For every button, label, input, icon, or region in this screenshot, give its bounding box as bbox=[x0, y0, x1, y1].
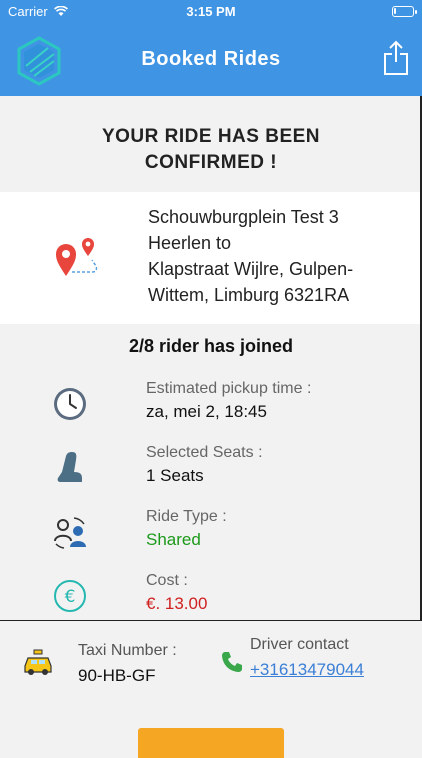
route-line: Wittem, Limburg 6321RA bbox=[148, 285, 350, 305]
driver-phone-link[interactable]: +31613479044 bbox=[250, 660, 364, 680]
page-title: Booked Rides bbox=[141, 48, 281, 70]
taxi-number-value: 90-HB-GF bbox=[78, 666, 156, 685]
section-divider bbox=[0, 620, 422, 621]
bottom-action-button[interactable] bbox=[138, 728, 284, 758]
ride-type-row: Ride Type : Shared bbox=[0, 506, 422, 566]
route-line: Klapstraat Wijlre, Gulpen- bbox=[148, 259, 354, 279]
status-bar: Carrier 3:15 PM bbox=[0, 0, 422, 24]
nav-bar: Booked Rides bbox=[0, 24, 422, 96]
euro-icon: € bbox=[54, 580, 86, 612]
confirmation-line2: CONFIRMED ! bbox=[144, 152, 278, 173]
pickup-time-label: Estimated pickup time : bbox=[146, 380, 312, 397]
cost-label: Cost : bbox=[146, 572, 188, 589]
phone-icon[interactable] bbox=[220, 650, 244, 674]
driver-contact-label: Driver contact bbox=[250, 636, 349, 653]
share-icon[interactable] bbox=[382, 40, 410, 76]
svg-text:€: € bbox=[65, 587, 76, 607]
pickup-time-row: Estimated pickup time : za, mei 2, 18:45 bbox=[0, 378, 422, 438]
riders-joined: 2/8 rider has joined bbox=[128, 336, 294, 356]
ride-type-value: Shared bbox=[146, 530, 201, 549]
seats-row: Selected Seats : 1 Seats bbox=[0, 442, 422, 502]
cost-value: €. 13.00 bbox=[146, 594, 208, 613]
clock-icon bbox=[54, 388, 86, 420]
ride-content: YOUR RIDE HAS BEEN CONFIRMED ! Schouwbur… bbox=[0, 96, 422, 758]
taxi-icon bbox=[24, 649, 52, 675]
seats-value: 1 Seats bbox=[146, 466, 204, 485]
route-address: Schouwburgplein Test 3 Heerlen to Klapst… bbox=[148, 204, 410, 308]
seats-label: Selected Seats : bbox=[146, 444, 263, 461]
taxi-driver-section: Taxi Number : 90-HB-GF Driver contact +3… bbox=[0, 632, 422, 702]
ride-type-label: Ride Type : bbox=[146, 508, 227, 525]
status-time: 3:15 PM bbox=[186, 4, 236, 19]
pickup-time-value: za, mei 2, 18:45 bbox=[146, 402, 267, 421]
confirmation-heading: YOUR RIDE HAS BEEN CONFIRMED ! bbox=[0, 124, 422, 176]
cost-row: € Cost : €. 13.00 bbox=[0, 570, 422, 630]
battery-icon bbox=[392, 6, 417, 17]
seat-icon bbox=[57, 452, 82, 482]
ride-share-icon bbox=[54, 517, 86, 549]
taxi-number-label: Taxi Number : bbox=[78, 642, 177, 659]
route-pins-icon bbox=[56, 238, 98, 276]
route-card: Schouwburgplein Test 3 Heerlen to Klapst… bbox=[0, 192, 422, 324]
route-line: Schouwburgplein Test 3 bbox=[148, 207, 339, 227]
confirmation-line1: YOUR RIDE HAS BEEN bbox=[101, 126, 321, 147]
route-line: Heerlen to bbox=[148, 233, 232, 253]
